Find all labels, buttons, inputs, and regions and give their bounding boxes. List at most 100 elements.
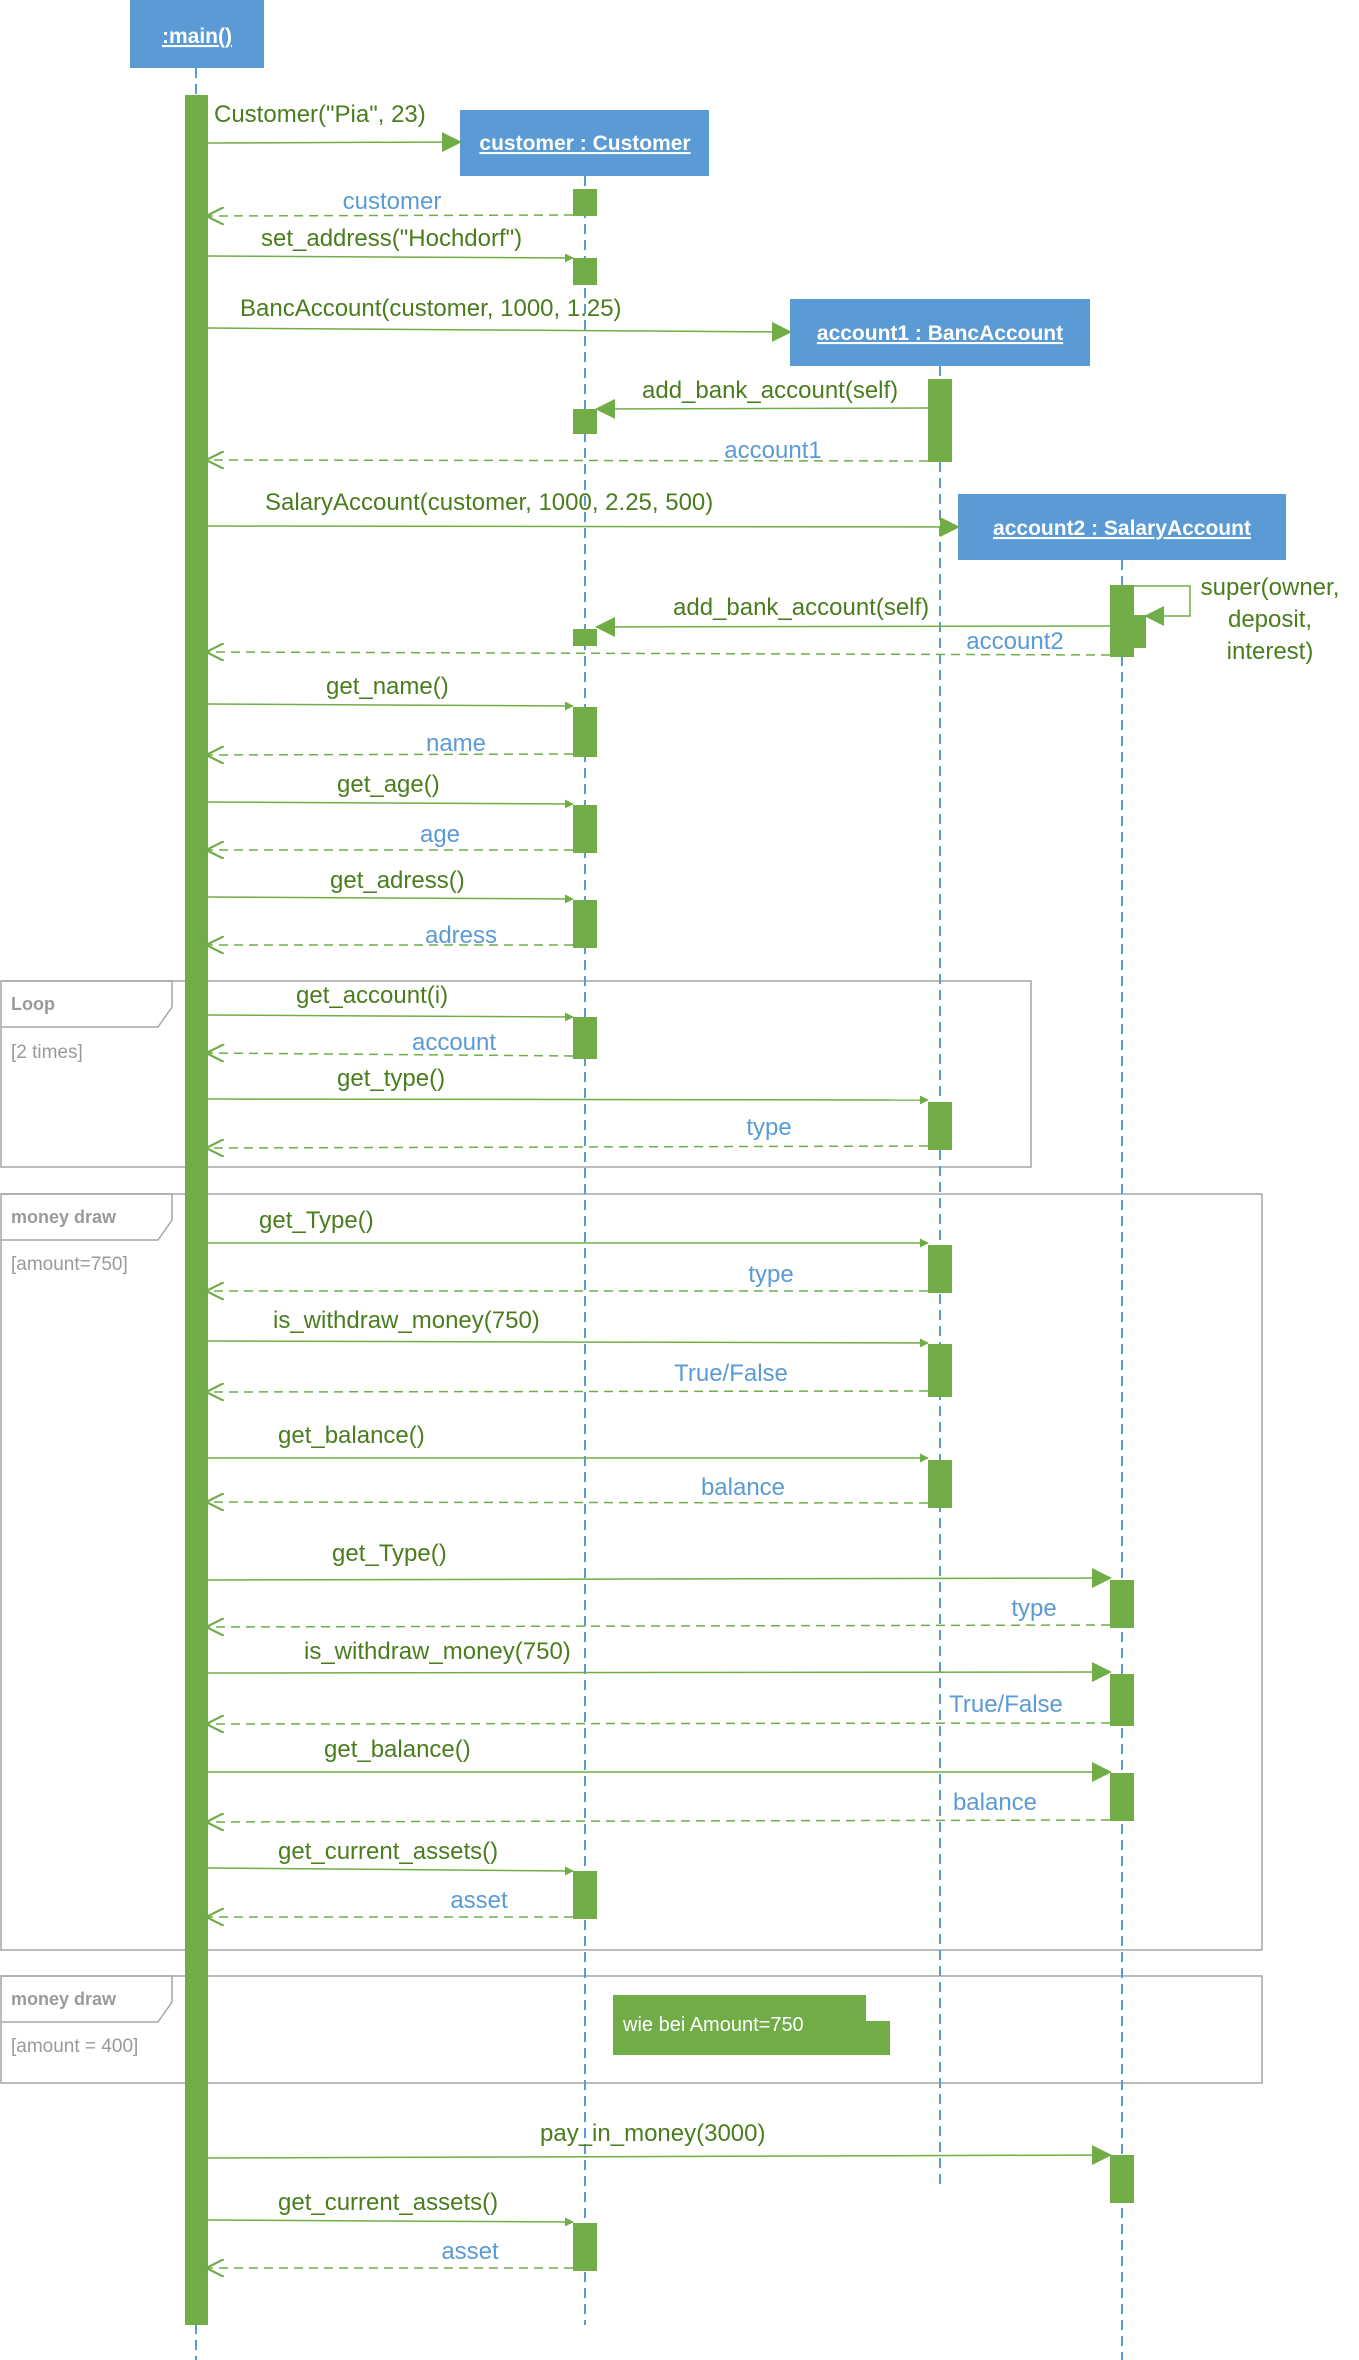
activation-account1 [928,379,952,462]
call-message-label: pay_in_money(3000) [540,2120,765,2147]
fragment-money-draw-750-guard: [amount=750] [11,1254,128,1275]
create-message-arrow [207,321,792,342]
activation-customer [573,629,597,646]
activation-account2-nested [1122,615,1146,648]
call-message-label: get_balance() [278,1422,425,1449]
call-message-arrow [207,894,574,904]
call-message-label: get_Type() [259,1207,374,1234]
return-message-arrow [208,754,574,755]
activation-account1 [928,1102,952,1150]
return-message-label: balance [701,1474,785,1501]
fragment-money-draw-750-tag: money draw [11,1207,117,1227]
activation-account1 [928,1245,952,1293]
self-message-arrow [1134,585,1191,626]
activation-customer [573,1017,597,1059]
return-message-label: asset [450,1887,508,1914]
return-message-label: True/False [949,1691,1063,1718]
return-message-arrow [208,1053,574,1056]
call-message-arrow [207,1568,1112,1589]
call-message-label: get_current_assets() [278,1838,498,1865]
call-message-arrow [207,1866,574,1876]
call-message-arrow [207,1662,1112,1683]
return-message-label: account1 [724,437,821,464]
return-message-label: asset [441,2238,499,2265]
return-message-arrow [208,1391,929,1392]
return-message-arrow [208,1723,1111,1724]
call-message-label: get_Type() [332,1540,447,1567]
activation-customer [573,1871,597,1919]
activation-customer [573,409,597,434]
return-message-arrow [208,1820,1111,1822]
call-message-arrow [207,1338,929,1348]
participant-customer-label: customer : Customer [479,132,690,155]
note-text: wie bei Amount=750 [622,2014,804,2036]
return-message-label: True/False [674,1360,788,1387]
self-message-label-line1: super(owner, [1201,574,1340,601]
call-message-arrow [207,253,574,263]
self-message-label-line3: interest) [1227,638,1314,665]
return-message-arrow [208,1625,1111,1627]
call-message-label: get_name() [326,673,449,700]
create-message-arrow [207,516,960,537]
call-message-arrow [595,616,1111,637]
activation-customer [573,2223,597,2271]
messages: Customer("Pia", 23) customer set_address… [208,101,1339,2268]
fragment-loop: Loop [2 times] [0,980,1032,1168]
participant-account1: account1 : BancAccount [790,299,1090,366]
return-message-label: type [1011,1595,1056,1622]
return-message-arrow [208,1502,929,1503]
create-message-label: Customer("Pia", 23) [214,101,426,128]
call-message-label: get_adress() [330,867,465,894]
self-message-label-line2: deposit, [1228,606,1312,633]
activation-customer [573,805,597,853]
participant-account1-label: account1 : BancAccount [817,322,1063,345]
call-message-arrow [207,2145,1112,2166]
call-message-arrow [595,398,929,419]
return-message-label: type [748,1261,793,1288]
activation-customer [573,258,597,285]
create-message-label: BancAccount(customer, 1000, 1.25) [240,295,622,322]
activation-account1 [928,1344,952,1397]
call-message-label: get_current_assets() [278,2189,498,2216]
call-message-arrow [207,1095,929,1105]
sequence-diagram: Loop [2 times] money draw [amount=750] m… [0,0,1339,2360]
activation-account1 [928,1460,952,1508]
call-message-label: is_withdraw_money(750) [304,1638,571,1665]
activation-account2 [1110,1773,1134,1821]
activation-customer [573,900,597,948]
return-message-label: customer [343,188,442,215]
activation-account2 [1110,1580,1134,1628]
participant-account2: account2 : SalaryAccount [958,494,1286,560]
call-message-label: set_address("Hochdorf") [261,225,522,252]
participant-customer: customer : Customer [460,110,709,176]
fragment-loop-tag: Loop [11,994,55,1014]
participant-account2-label: account2 : SalaryAccount [993,517,1251,540]
return-message-label: age [420,821,460,848]
return-message-label: account2 [966,628,1063,655]
call-message-arrow [207,701,574,711]
note: wie bei Amount=750 [613,1995,890,2055]
call-message-arrow [207,1012,574,1022]
activation-account2 [1110,1674,1134,1726]
activation-main [185,95,208,2325]
call-message-arrow [207,2217,574,2227]
fragment-money-draw-400-guard: [amount = 400] [11,2036,138,2057]
return-message-label: balance [953,1789,1037,1816]
fragment-money-draw-400-tag: money draw [11,1989,117,2009]
call-message-label: add_bank_account(self) [642,377,898,404]
return-message-label: type [746,1114,791,1141]
call-message-label: get_account(i) [296,982,448,1009]
return-message-arrow [208,215,574,216]
call-message-label: get_type() [337,1065,445,1092]
activation-customer [573,189,597,216]
call-message-label: get_age() [337,771,440,798]
activation-customer [573,707,597,757]
activation-account2 [1110,2155,1134,2203]
call-message-label: add_bank_account(self) [673,594,929,621]
call-message-label: is_withdraw_money(750) [273,1307,540,1334]
return-message-label: name [426,730,486,757]
call-message-arrow [207,799,574,809]
create-message-arrow [207,132,462,153]
return-message-arrow [208,1146,929,1148]
call-message-label: get_balance() [324,1736,471,1763]
